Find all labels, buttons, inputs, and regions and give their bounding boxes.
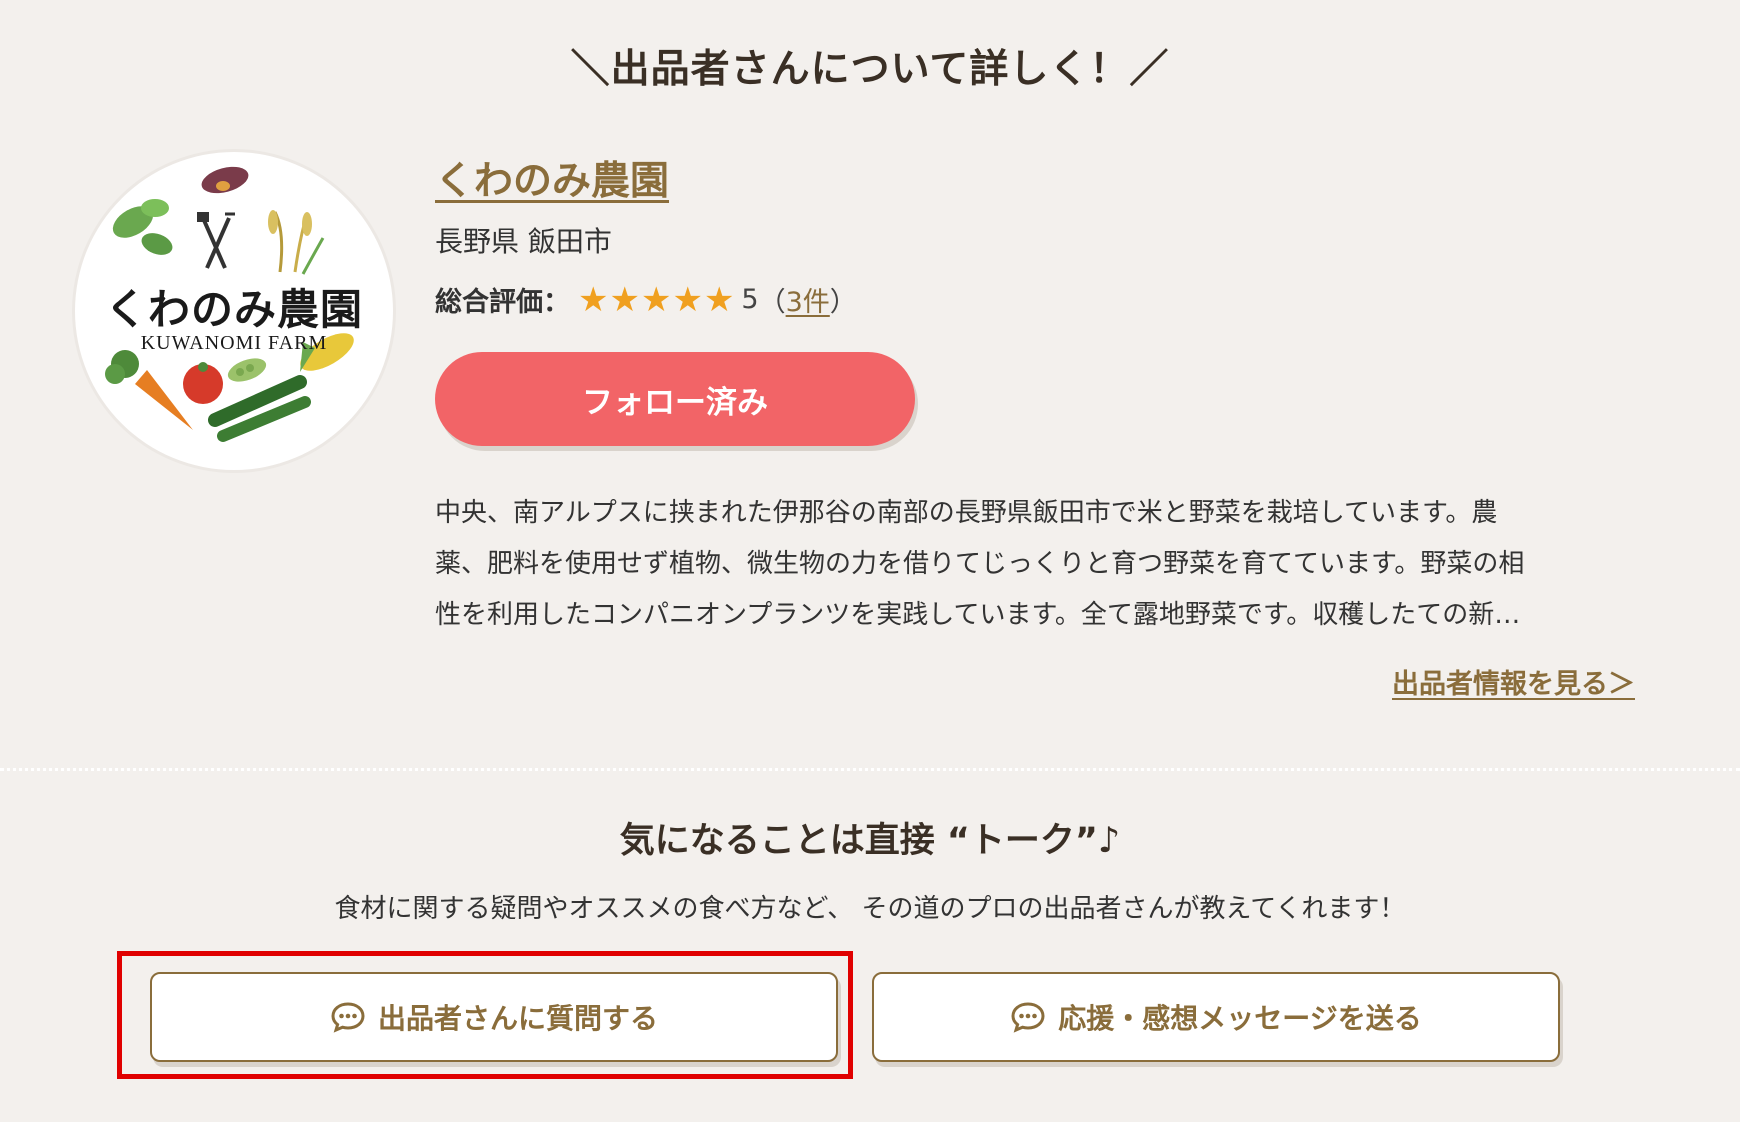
logo-subtitle: KUWANOMI FARM bbox=[140, 332, 328, 354]
chat-bubble-icon bbox=[1011, 1002, 1045, 1033]
farm-name-link[interactable]: くわのみ農園 bbox=[435, 150, 669, 206]
talk-subtext: 食材に関する疑問やオススメの食べ方など、 その道のプロの出品者さんが教えてくれま… bbox=[334, 894, 1406, 924]
rating-label: 総合評価： bbox=[435, 287, 570, 318]
logo-title: くわのみ農園 bbox=[104, 285, 363, 334]
star-icon: ★ bbox=[672, 279, 703, 320]
talk-heading: 気になることは直接 “トーク”♪ bbox=[619, 821, 1121, 861]
description-line: 性を利用したコンパニオンプランツを実践しています。全て露地野菜です。収穫したての… bbox=[435, 600, 1521, 630]
section-divider bbox=[0, 768, 1740, 771]
star-icon: ★ bbox=[703, 279, 735, 320]
review-count-link[interactable]: 3件 bbox=[786, 280, 830, 319]
farm-description: 中央、南アルプスに挟まれた伊那谷の南部の長野県飯田市で米と野菜を栽培しています。… bbox=[435, 488, 1615, 641]
rating: 総合評価： ★ ★ ★ ★ ★ 5 （ 3件 ） bbox=[435, 280, 857, 319]
star-icon: ★ bbox=[640, 279, 672, 320]
rating-open-paren: （ bbox=[758, 287, 786, 318]
rating-score: 5 bbox=[741, 284, 759, 315]
farm-logo[interactable]: くわのみ農園 KUWANOMI FARM bbox=[75, 152, 393, 470]
star-icon: ★ bbox=[609, 279, 640, 320]
rating-close-paren: ） bbox=[829, 287, 857, 318]
seller-info-link[interactable]: 出品者情報を見る＞ bbox=[1392, 662, 1635, 701]
description-line: 中央、南アルプスに挟まれた伊那谷の南部の長野県飯田市で米と野菜を栽培しています。… bbox=[435, 498, 1498, 528]
ask-seller-label: 出品者さんに質問する bbox=[377, 1002, 658, 1035]
section-heading: ＼出品者さんについて詳しく！／ bbox=[570, 47, 1170, 92]
rating-stars: ★ ★ ★ ★ ★ bbox=[578, 283, 735, 317]
farm-location: 長野県 飯田市 bbox=[435, 225, 612, 258]
follow-button[interactable]: フォロー済み bbox=[435, 352, 915, 446]
send-message-label: 応援・感想メッセージを送る bbox=[1058, 1002, 1422, 1035]
chat-bubble-icon bbox=[331, 1002, 365, 1033]
send-message-button[interactable]: 応援・感想メッセージを送る bbox=[872, 972, 1560, 1062]
star-icon: ★ bbox=[578, 279, 609, 320]
description-line: 薬、肥料を使用せず植物、微生物の力を借りてじっくりと育つ野菜を育てています。野菜… bbox=[435, 549, 1525, 579]
ask-seller-button[interactable]: 出品者さんに質問する bbox=[150, 972, 838, 1062]
